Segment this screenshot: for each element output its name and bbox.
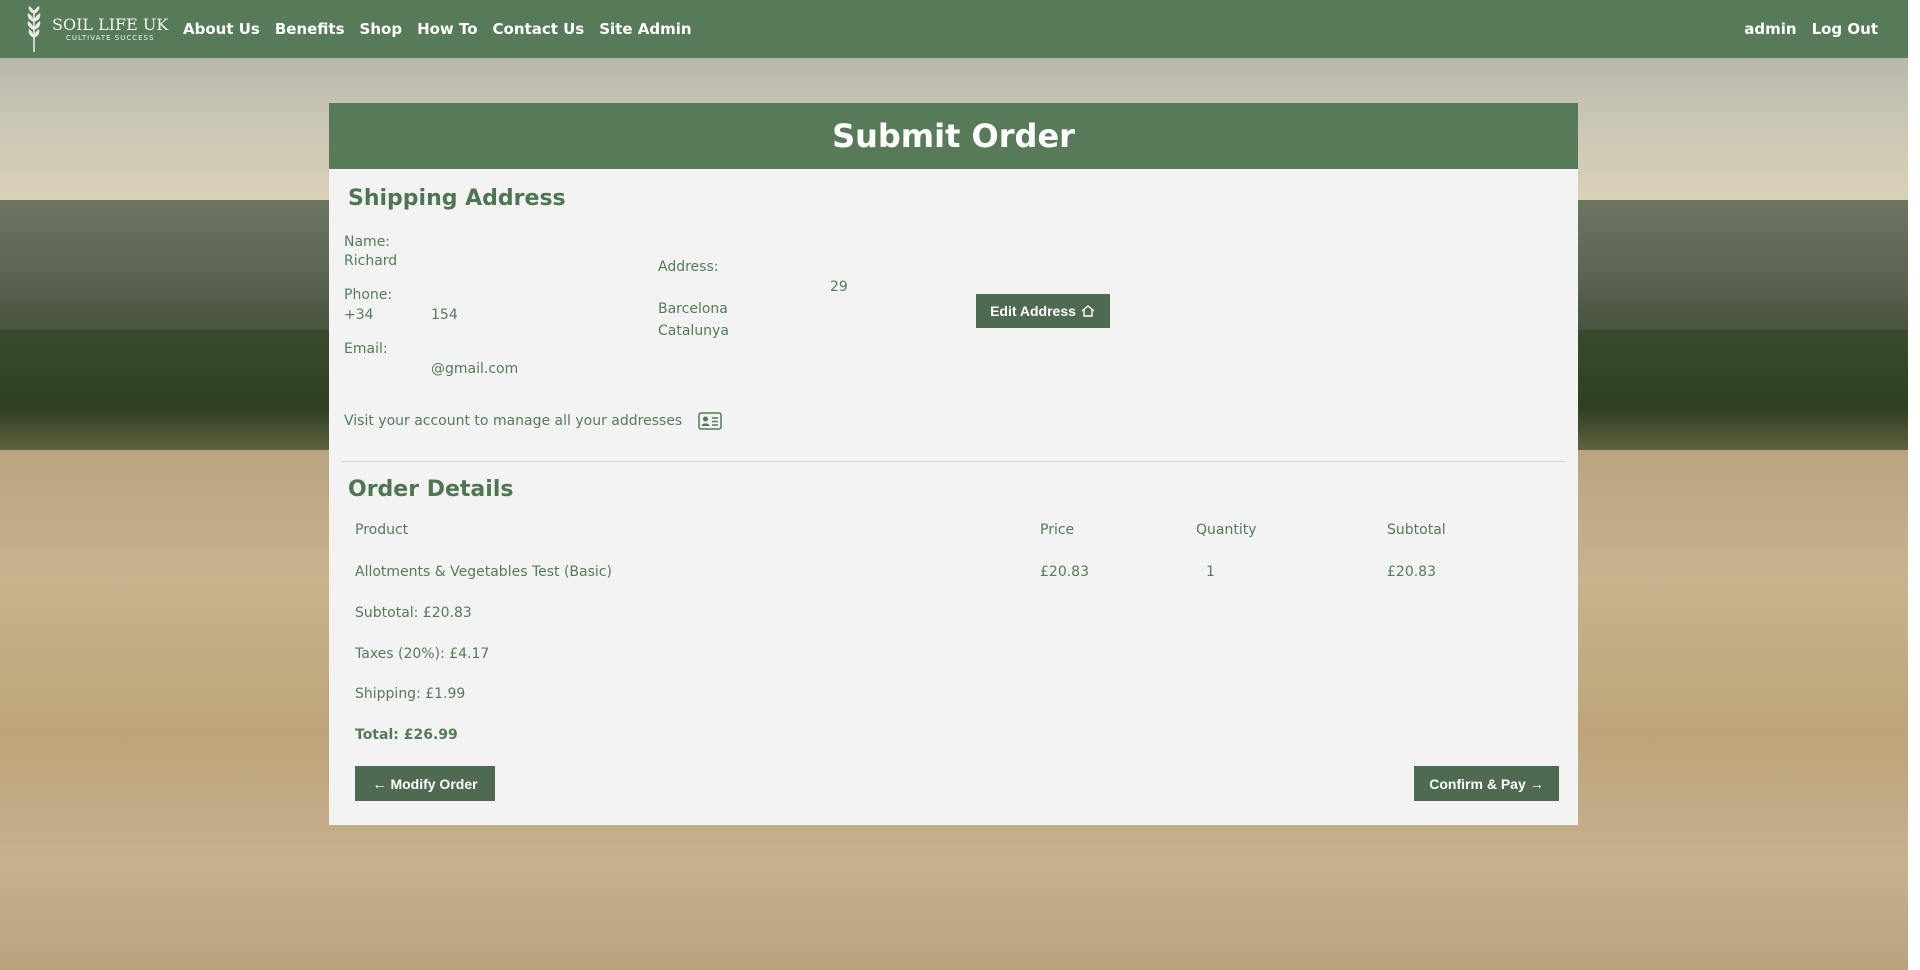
row-subtotal: £20.83 <box>1387 564 1436 580</box>
address-region: Catalunya <box>658 323 729 339</box>
email-label: Email: <box>344 341 388 357</box>
nav-link-shop[interactable]: Shop <box>360 20 403 38</box>
phone-suffix: 154 <box>431 307 458 323</box>
name-label: Name: <box>344 234 391 250</box>
order-subtotal: Subtotal: £20.83 <box>355 605 472 621</box>
edit-address-button[interactable]: Edit Address <box>976 294 1110 328</box>
logo-text: SOIL LIFE UK CULTIVATE SUCCESS <box>52 14 169 43</box>
address-card-icon[interactable] <box>698 412 722 430</box>
order-taxes: Taxes (20%): £4.17 <box>355 646 490 662</box>
card-header: Submit Order <box>329 103 1578 169</box>
address-label: Address: <box>658 259 719 275</box>
email-value: @gmail.com <box>431 361 519 377</box>
confirm-pay-button[interactable]: Confirm & Pay → <box>1414 766 1559 801</box>
nav-link-about-us[interactable]: About Us <box>183 20 260 38</box>
nav-link-site-admin[interactable]: Site Admin <box>599 20 691 38</box>
arrow-right-icon: → <box>1529 775 1544 792</box>
nav-link-benefits[interactable]: Benefits <box>275 20 345 38</box>
nav-link-contact-us[interactable]: Contact Us <box>493 20 585 38</box>
nav-link-logout[interactable]: Log Out <box>1812 20 1878 38</box>
order-total: Total: £26.99 <box>355 727 458 743</box>
top-navbar: SOIL LIFE UK CULTIVATE SUCCESS About Us … <box>0 0 1908 58</box>
manage-addresses-text[interactable]: Visit your account to manage all your ad… <box>344 413 682 429</box>
address-city: Barcelona <box>658 301 728 317</box>
order-shipping: Shipping: £1.99 <box>355 686 466 702</box>
logo-subtitle: CULTIVATE SUCCESS <box>65 33 155 42</box>
nav-user-area: admin Log Out <box>1729 0 1878 58</box>
nav-links: About Us Benefits Shop How To Contact Us… <box>183 20 707 38</box>
shipping-address-heading: Shipping Address <box>348 186 566 211</box>
address-number: 29 <box>830 279 848 295</box>
page-title: Submit Order <box>832 117 1075 155</box>
nav-link-user[interactable]: admin <box>1744 20 1796 38</box>
column-header-subtotal: Subtotal <box>1387 522 1446 538</box>
modify-order-button[interactable]: ← Modify Order <box>355 766 495 801</box>
column-header-product: Product <box>355 522 409 538</box>
home-edit-icon <box>1081 305 1095 317</box>
modify-order-label: Modify Order <box>390 775 478 792</box>
section-divider <box>341 461 1565 462</box>
submit-order-card: Submit Order Shipping Address Name: Rich… <box>329 103 1578 825</box>
column-header-quantity: Quantity <box>1196 522 1257 538</box>
arrow-left-icon: ← <box>372 775 387 792</box>
row-quantity: 1 <box>1206 564 1215 580</box>
order-details-heading: Order Details <box>348 477 514 502</box>
phone-label: Phone: <box>344 287 393 303</box>
wheat-icon <box>27 6 41 52</box>
logo-title: SOIL LIFE UK <box>52 14 169 34</box>
nav-link-how-to[interactable]: How To <box>417 20 477 38</box>
name-value: Richard <box>344 253 398 269</box>
row-product: Allotments & Vegetables Test (Basic) <box>355 564 612 580</box>
phone-prefix: +34 <box>344 307 374 323</box>
site-logo[interactable]: SOIL LIFE UK CULTIVATE SUCCESS <box>20 0 170 58</box>
row-price: £20.83 <box>1040 564 1089 580</box>
confirm-pay-label: Confirm & Pay <box>1429 775 1526 792</box>
column-header-price: Price <box>1040 522 1075 538</box>
edit-address-label: Edit Address <box>990 303 1076 319</box>
page-edge <box>1908 0 1920 970</box>
